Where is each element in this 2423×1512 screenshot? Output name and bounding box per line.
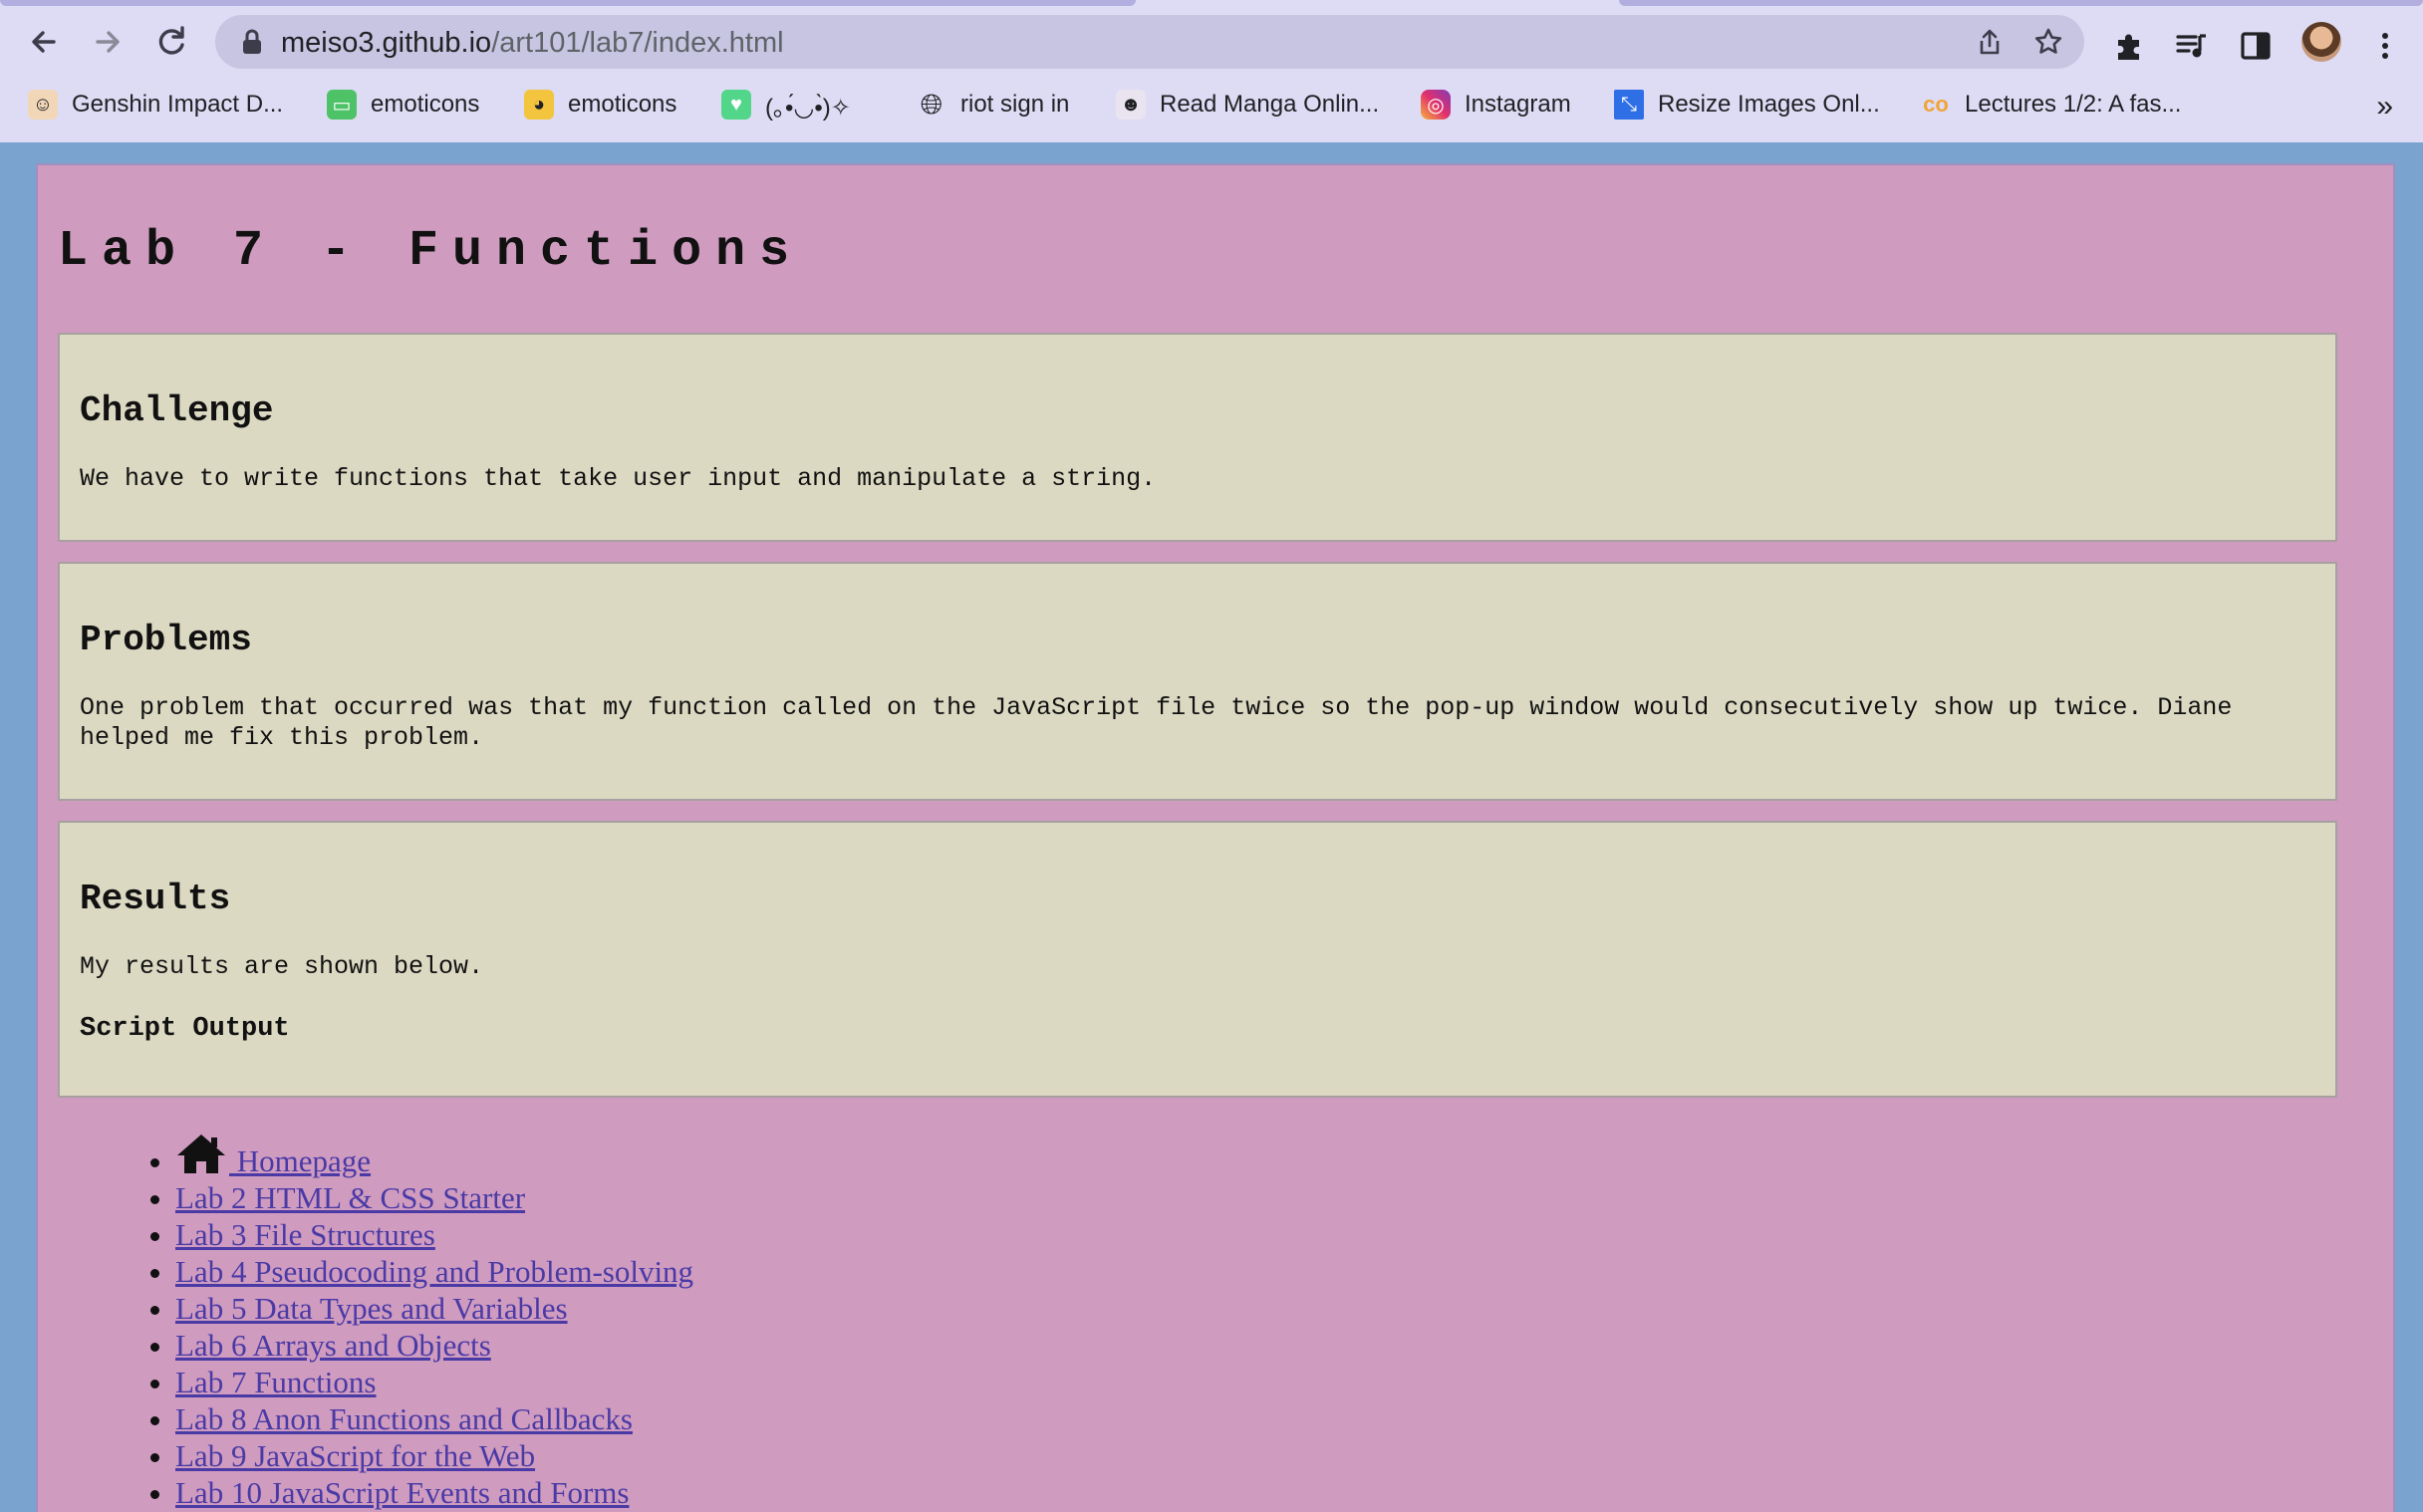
resize-icon: ⤡ bbox=[1614, 90, 1644, 120]
lab6-link[interactable]: Lab 6 Arrays and Objects bbox=[175, 1328, 491, 1363]
bookmarks-bar: ☺ Genshin Impact D... ▭ emoticons ◕ emot… bbox=[0, 82, 2423, 127]
bookmark-riot[interactable]: 🌐︎ riot sign in bbox=[917, 88, 1070, 122]
section-body: One problem that occurred was that my fu… bbox=[80, 693, 2233, 752]
bookmark-label: emoticons bbox=[371, 91, 480, 118]
page-body: Lab 7 - Functions Challenge We have to w… bbox=[36, 163, 2395, 1512]
side-panel-icon bbox=[2241, 32, 2271, 60]
globe-icon: 🌐︎ bbox=[920, 88, 943, 120]
lab4-link[interactable]: Lab 4 Pseudocoding and Problem-solving bbox=[175, 1254, 693, 1289]
media-control-button[interactable] bbox=[2174, 28, 2210, 64]
reload-icon bbox=[158, 26, 184, 55]
url-text[interactable]: meiso3.github.io/art101/lab7/index.html bbox=[281, 27, 784, 60]
section-body: My results are shown below. bbox=[80, 952, 484, 981]
more-bookmarks-button[interactable]: » bbox=[2376, 90, 2393, 124]
bookmark-star-icon[interactable] bbox=[2032, 26, 2064, 58]
reload-button[interactable] bbox=[151, 22, 191, 62]
forward-button[interactable] bbox=[88, 22, 128, 62]
coursera-co-icon: co bbox=[1923, 92, 1949, 117]
bookmark-label: Lectures 1/2: A fas... bbox=[1965, 91, 2182, 118]
list-item: Homepage bbox=[175, 1132, 693, 1179]
list-item: Lab 2 HTML & CSS Starter bbox=[175, 1179, 693, 1216]
bookmark-instagram[interactable]: ◎ Instagram bbox=[1421, 88, 1571, 122]
bookmark-emoticons-2[interactable]: ◕ emoticons bbox=[524, 88, 676, 122]
extensions-button[interactable] bbox=[2112, 28, 2148, 64]
list-item: Lab 3 File Structures bbox=[175, 1216, 693, 1253]
section-heading: Challenge bbox=[80, 390, 274, 431]
profile-avatar[interactable] bbox=[2301, 22, 2341, 62]
tab-strip bbox=[0, 0, 2423, 6]
browser-chrome: meiso3.github.io/art101/lab7/index.html … bbox=[0, 0, 2423, 142]
link-label: Homepage bbox=[229, 1143, 372, 1178]
bookmark-label: Instagram bbox=[1465, 91, 1571, 118]
address-bar[interactable]: meiso3.github.io/art101/lab7/index.html bbox=[215, 15, 2084, 69]
back-arrow-icon bbox=[32, 31, 56, 53]
cartoon-face-icon: ◕ bbox=[524, 90, 554, 120]
home-icon bbox=[175, 1132, 227, 1175]
manga-mascot-icon: ☻ bbox=[1116, 90, 1146, 120]
bookmark-resize-images[interactable]: ⤡ Resize Images Onl... bbox=[1614, 88, 1880, 122]
list-item: Lab 5 Data Types and Variables bbox=[175, 1290, 693, 1327]
list-item: Lab 6 Arrays and Objects bbox=[175, 1327, 693, 1364]
results-section: Results My results are shown below. Scri… bbox=[58, 821, 2337, 1098]
lock-icon[interactable] bbox=[241, 29, 263, 55]
list-item: Lab 10 JavaScript Events and Forms bbox=[175, 1474, 693, 1511]
instagram-icon: ◎ bbox=[1421, 90, 1451, 120]
bookmark-emoticons-1[interactable]: ▭ emoticons bbox=[327, 88, 479, 122]
browser-menu-button[interactable] bbox=[2367, 28, 2403, 64]
share-icon[interactable] bbox=[1975, 27, 2005, 57]
bookmark-label: emoticons bbox=[568, 91, 677, 118]
bookmark-manga[interactable]: ☻ Read Manga Onlin... bbox=[1116, 88, 1379, 122]
lab-nav-list: Homepage Lab 2 HTML & CSS Starter Lab 3 … bbox=[102, 1132, 693, 1511]
kebab-menu-icon bbox=[2382, 33, 2388, 59]
side-panel-button[interactable] bbox=[2238, 28, 2274, 64]
puzzle-piece-icon bbox=[2118, 34, 2139, 60]
list-item: Lab 9 JavaScript for the Web bbox=[175, 1437, 693, 1474]
genshin-avatar-icon: ☺ bbox=[28, 90, 58, 120]
bookmark-label: Read Manga Onlin... bbox=[1160, 91, 1380, 118]
url-path: /art101/lab7/index.html bbox=[491, 27, 784, 59]
list-item: Lab 4 Pseudocoding and Problem-solving bbox=[175, 1253, 693, 1290]
challenge-section: Challenge We have to write functions tha… bbox=[58, 333, 2337, 542]
bookmark-kaomoji[interactable]: ♥ (｡•́◡•̀)✧ bbox=[721, 88, 851, 122]
script-output-heading: Script Output bbox=[80, 1014, 290, 1044]
bookmark-label: Genshin Impact D... bbox=[72, 91, 284, 118]
bookmark-genshin[interactable]: ☺ Genshin Impact D... bbox=[28, 88, 283, 122]
lab8-link[interactable]: Lab 8 Anon Functions and Callbacks bbox=[175, 1401, 633, 1436]
tab[interactable] bbox=[0, 0, 1136, 6]
list-item: Lab 7 Functions bbox=[175, 1364, 693, 1400]
lab7-link[interactable]: Lab 7 Functions bbox=[175, 1365, 377, 1399]
lab10-link[interactable]: Lab 10 JavaScript Events and Forms bbox=[175, 1475, 629, 1510]
browser-toolbar: meiso3.github.io/art101/lab7/index.html bbox=[0, 8, 2423, 76]
back-button[interactable] bbox=[24, 22, 64, 62]
green-chat-icon: ▭ bbox=[327, 90, 357, 120]
forward-arrow-icon bbox=[96, 31, 120, 53]
tab[interactable] bbox=[1619, 0, 2423, 6]
section-body: We have to write functions that take use… bbox=[80, 464, 1157, 493]
lab3-link[interactable]: Lab 3 File Structures bbox=[175, 1217, 435, 1252]
bookmark-lectures[interactable]: co Lectures 1/2: A fas... bbox=[1921, 88, 2181, 122]
list-item: Lab 8 Anon Functions and Callbacks bbox=[175, 1400, 693, 1437]
url-host: meiso3.github.io bbox=[281, 27, 492, 59]
problems-section: Problems One problem that occurred was t… bbox=[58, 562, 2337, 801]
lab9-link[interactable]: Lab 9 JavaScript for the Web bbox=[175, 1438, 535, 1473]
bookmark-label: (｡•́◡•̀)✧ bbox=[765, 94, 851, 122]
music-queue-icon bbox=[2176, 34, 2206, 58]
section-heading: Problems bbox=[80, 620, 252, 660]
homepage-link[interactable]: Homepage bbox=[175, 1134, 372, 1178]
lab2-link[interactable]: Lab 2 HTML & CSS Starter bbox=[175, 1180, 525, 1215]
page-title: Lab 7 - Functions bbox=[58, 223, 804, 280]
bookmark-label: riot sign in bbox=[960, 91, 1070, 118]
section-heading: Results bbox=[80, 879, 231, 919]
lab5-link[interactable]: Lab 5 Data Types and Variables bbox=[175, 1291, 568, 1326]
green-heart-icon: ♥ bbox=[721, 90, 751, 120]
bookmark-label: Resize Images Onl... bbox=[1658, 91, 1880, 118]
